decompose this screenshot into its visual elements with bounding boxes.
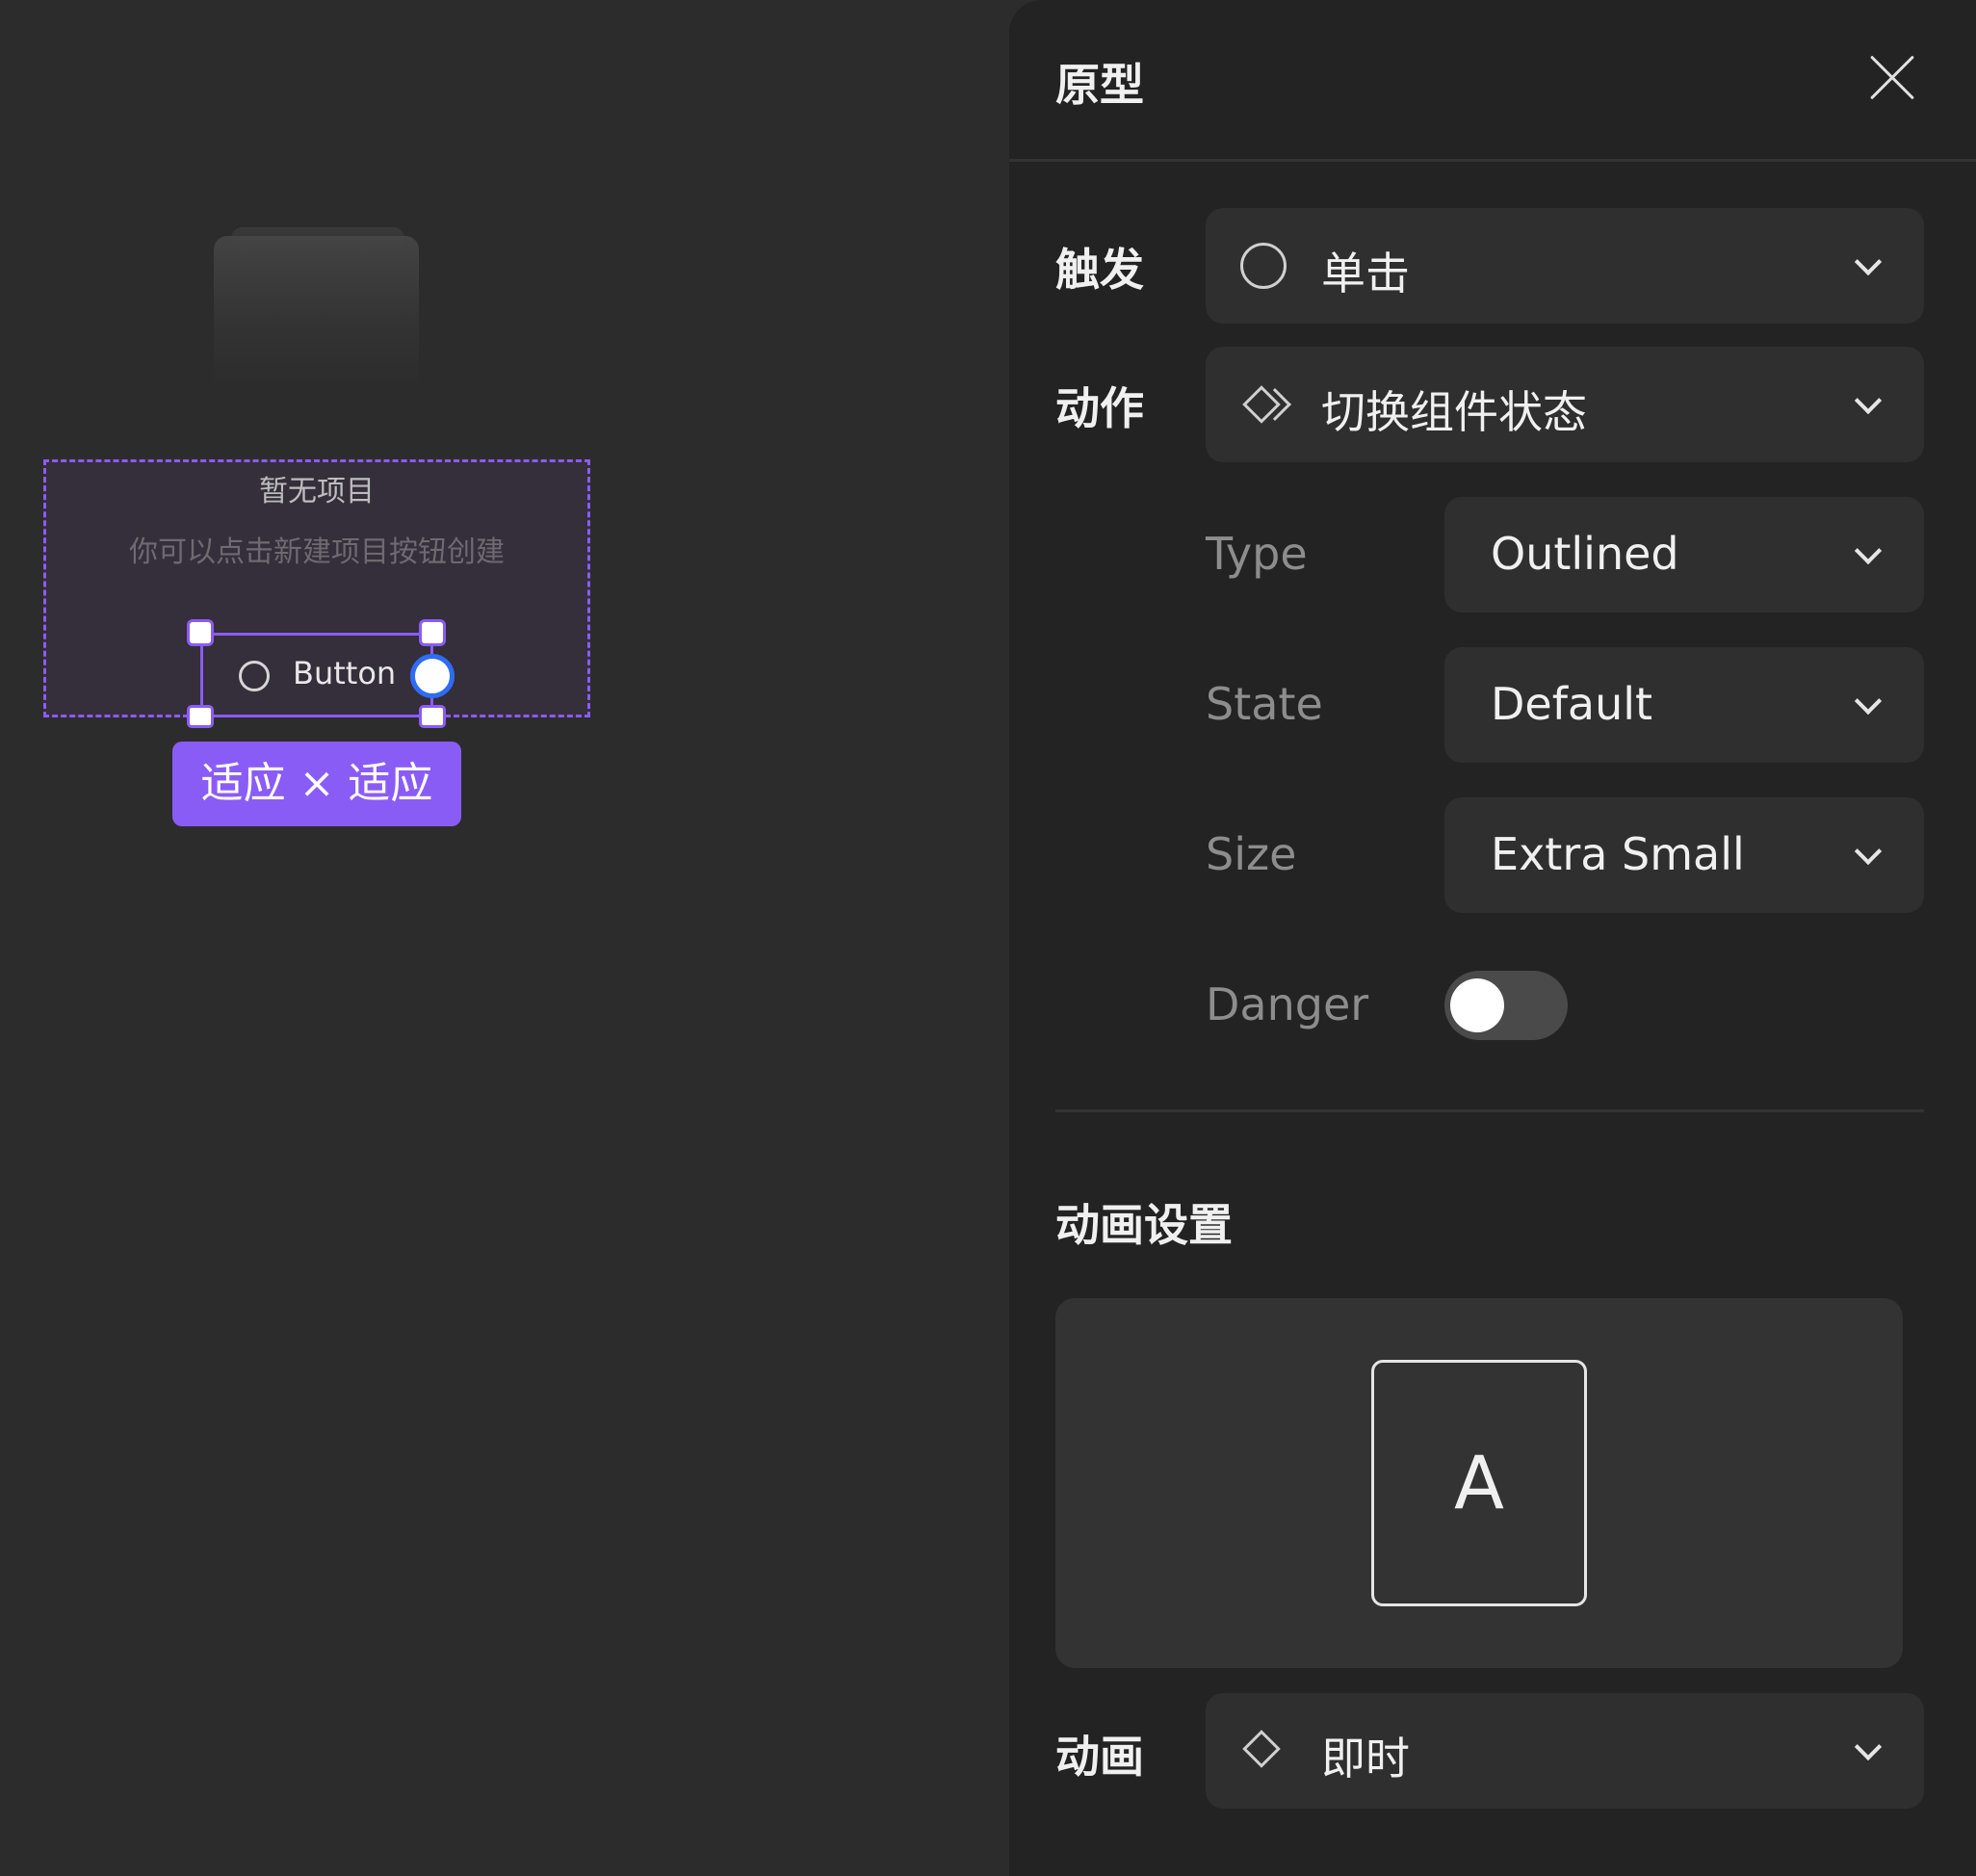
empty-state-title: 暂无项目	[259, 475, 375, 508]
type-label: Type	[1206, 528, 1308, 580]
action-label: 动作	[1055, 382, 1144, 434]
button-label: Button	[293, 655, 397, 691]
trigger-select[interactable]	[1206, 208, 1924, 324]
empty-state-illustration	[214, 236, 419, 390]
close-icon[interactable]	[1868, 54, 1916, 102]
radio-circle-icon	[239, 661, 270, 691]
action-value: 切换组件状态	[1321, 386, 1587, 438]
toggle-knob	[1450, 978, 1504, 1032]
animation-select[interactable]	[1206, 1693, 1924, 1809]
trigger-label: 触发	[1055, 244, 1144, 296]
panel-title: 原型	[1055, 59, 1144, 111]
animation-value: 即时	[1321, 1733, 1410, 1785]
size-mode-tag: 适应 × 适应	[172, 742, 461, 826]
resize-handle-bottom-right[interactable]	[419, 705, 446, 728]
resize-handle-bottom-left[interactable]	[187, 705, 214, 728]
state-value: Default	[1491, 678, 1653, 730]
animation-settings-title: 动画设置	[1055, 1199, 1233, 1251]
resize-handle-top-right[interactable]	[419, 619, 446, 646]
animation-preview-frame: A	[1371, 1360, 1587, 1606]
resize-handle-top-left[interactable]	[187, 619, 214, 646]
header-divider	[1009, 159, 1976, 162]
section-divider	[1055, 1109, 1924, 1112]
prototype-connector-handle[interactable]	[410, 654, 455, 698]
type-value: Outlined	[1491, 528, 1679, 580]
size-label: Size	[1206, 828, 1297, 880]
danger-label: Danger	[1206, 978, 1369, 1030]
circle-icon	[1240, 243, 1287, 289]
state-label: State	[1206, 678, 1323, 730]
empty-state-subtitle: 你可以点击新建项目按钮创建	[129, 535, 505, 569]
size-value: Extra Small	[1491, 828, 1745, 880]
animation-label: 动画	[1055, 1731, 1144, 1783]
trigger-value: 单击	[1321, 248, 1410, 300]
